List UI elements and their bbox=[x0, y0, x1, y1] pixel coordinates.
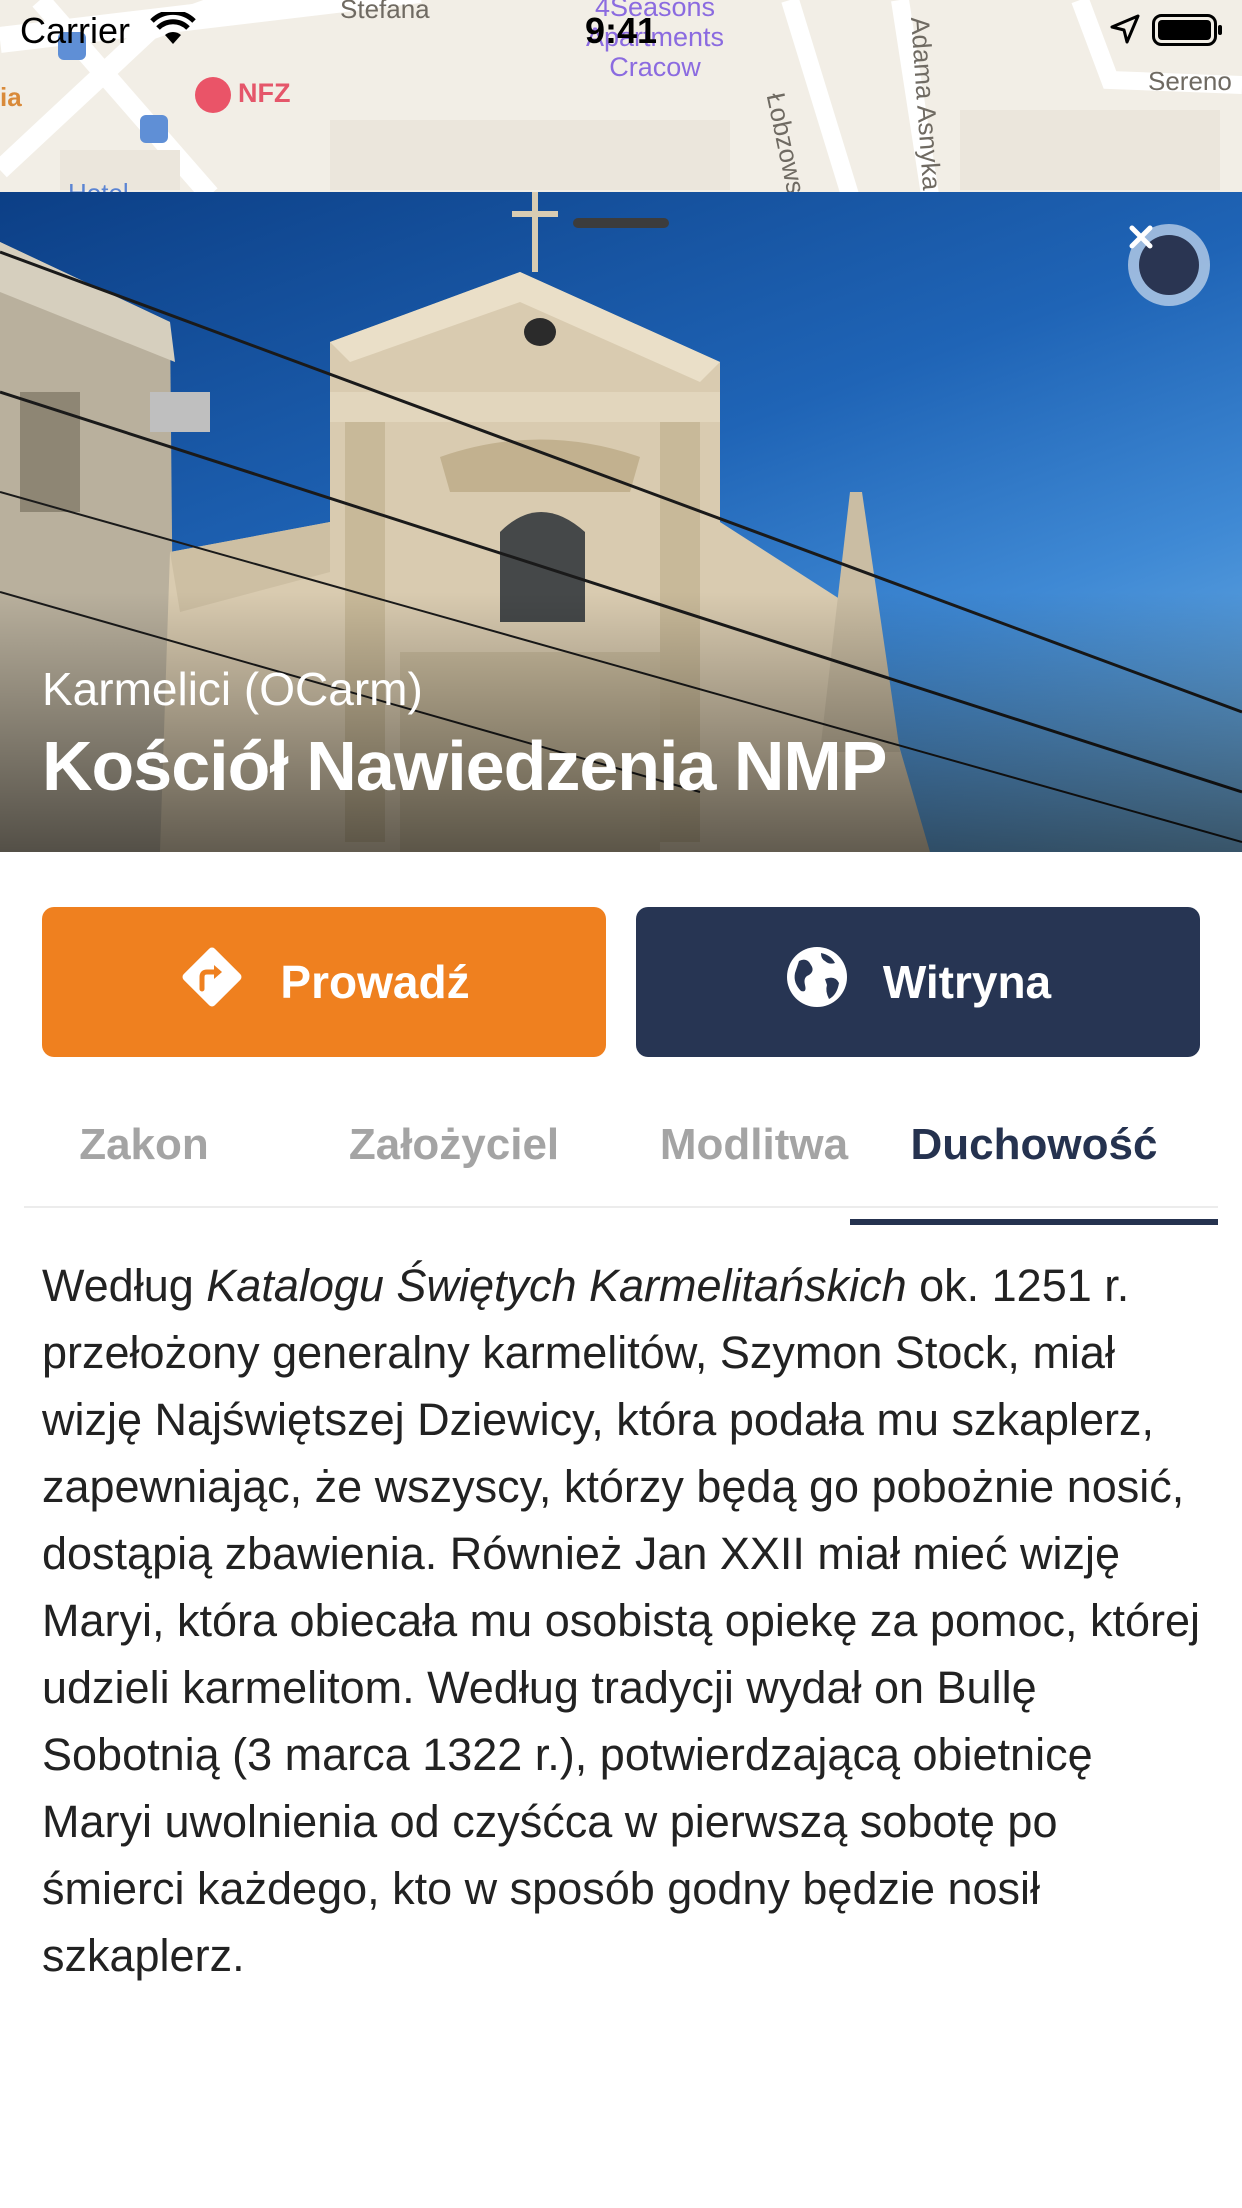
map-poi-nfz[interactable]: NFZ bbox=[238, 78, 290, 109]
tab-bar: Zakon Założyciel Modlitwa Duchowość bbox=[24, 1084, 1218, 1208]
navigate-label: Prowadź bbox=[280, 956, 470, 1008]
content-paragraph: Według Katalogu Świętych Karmelitańskich… bbox=[42, 1252, 1212, 1989]
content-italic-title: Katalogu Świętych Karmelitańskich bbox=[206, 1260, 907, 1311]
globe-icon bbox=[785, 945, 849, 1020]
active-tab-indicator bbox=[850, 1219, 1218, 1225]
website-button[interactable]: Witryna bbox=[636, 907, 1200, 1057]
battery-icon bbox=[1152, 14, 1224, 51]
content-intro: Według bbox=[42, 1260, 207, 1311]
navigate-button[interactable]: Prowadź bbox=[42, 907, 606, 1057]
status-bar: Carrier 9:41 bbox=[0, 0, 1242, 60]
map-poi-pin[interactable] bbox=[195, 77, 231, 113]
close-icon bbox=[1129, 225, 1199, 295]
status-time: 9:41 bbox=[584, 10, 658, 51]
sheet-grabber[interactable] bbox=[573, 218, 669, 228]
tab-content: Według Katalogu Świętych Karmelitańskich… bbox=[42, 1252, 1212, 2029]
tab-duchowosc[interactable]: Duchowość bbox=[850, 1084, 1218, 1206]
directions-icon bbox=[178, 943, 246, 1022]
content-text: ok. 1251 r. przełożony generalny karmeli… bbox=[42, 1260, 1201, 1981]
map-street-label: Sereno bbox=[1148, 66, 1232, 96]
hero-gradient bbox=[0, 592, 1242, 852]
website-label: Witryna bbox=[882, 956, 1052, 1008]
tab-zalozyciel[interactable]: Założyciel bbox=[284, 1084, 624, 1206]
tab-zakon[interactable]: Zakon bbox=[34, 1084, 254, 1206]
map-place-label: ia bbox=[0, 82, 22, 112]
bus-stop-icon[interactable] bbox=[140, 115, 168, 143]
location-arrow-icon bbox=[1110, 14, 1140, 49]
place-detail-sheet: Karmelici (OCarm) Kościół Nawiedzenia NM… bbox=[0, 192, 1242, 2208]
place-subtitle: Karmelici (OCarm) bbox=[42, 663, 423, 715]
place-title: Kościół Nawiedzenia NMP bbox=[42, 727, 887, 805]
hero-image: Karmelici (OCarm) Kościół Nawiedzenia NM… bbox=[0, 192, 1242, 852]
close-button[interactable] bbox=[1128, 224, 1210, 306]
